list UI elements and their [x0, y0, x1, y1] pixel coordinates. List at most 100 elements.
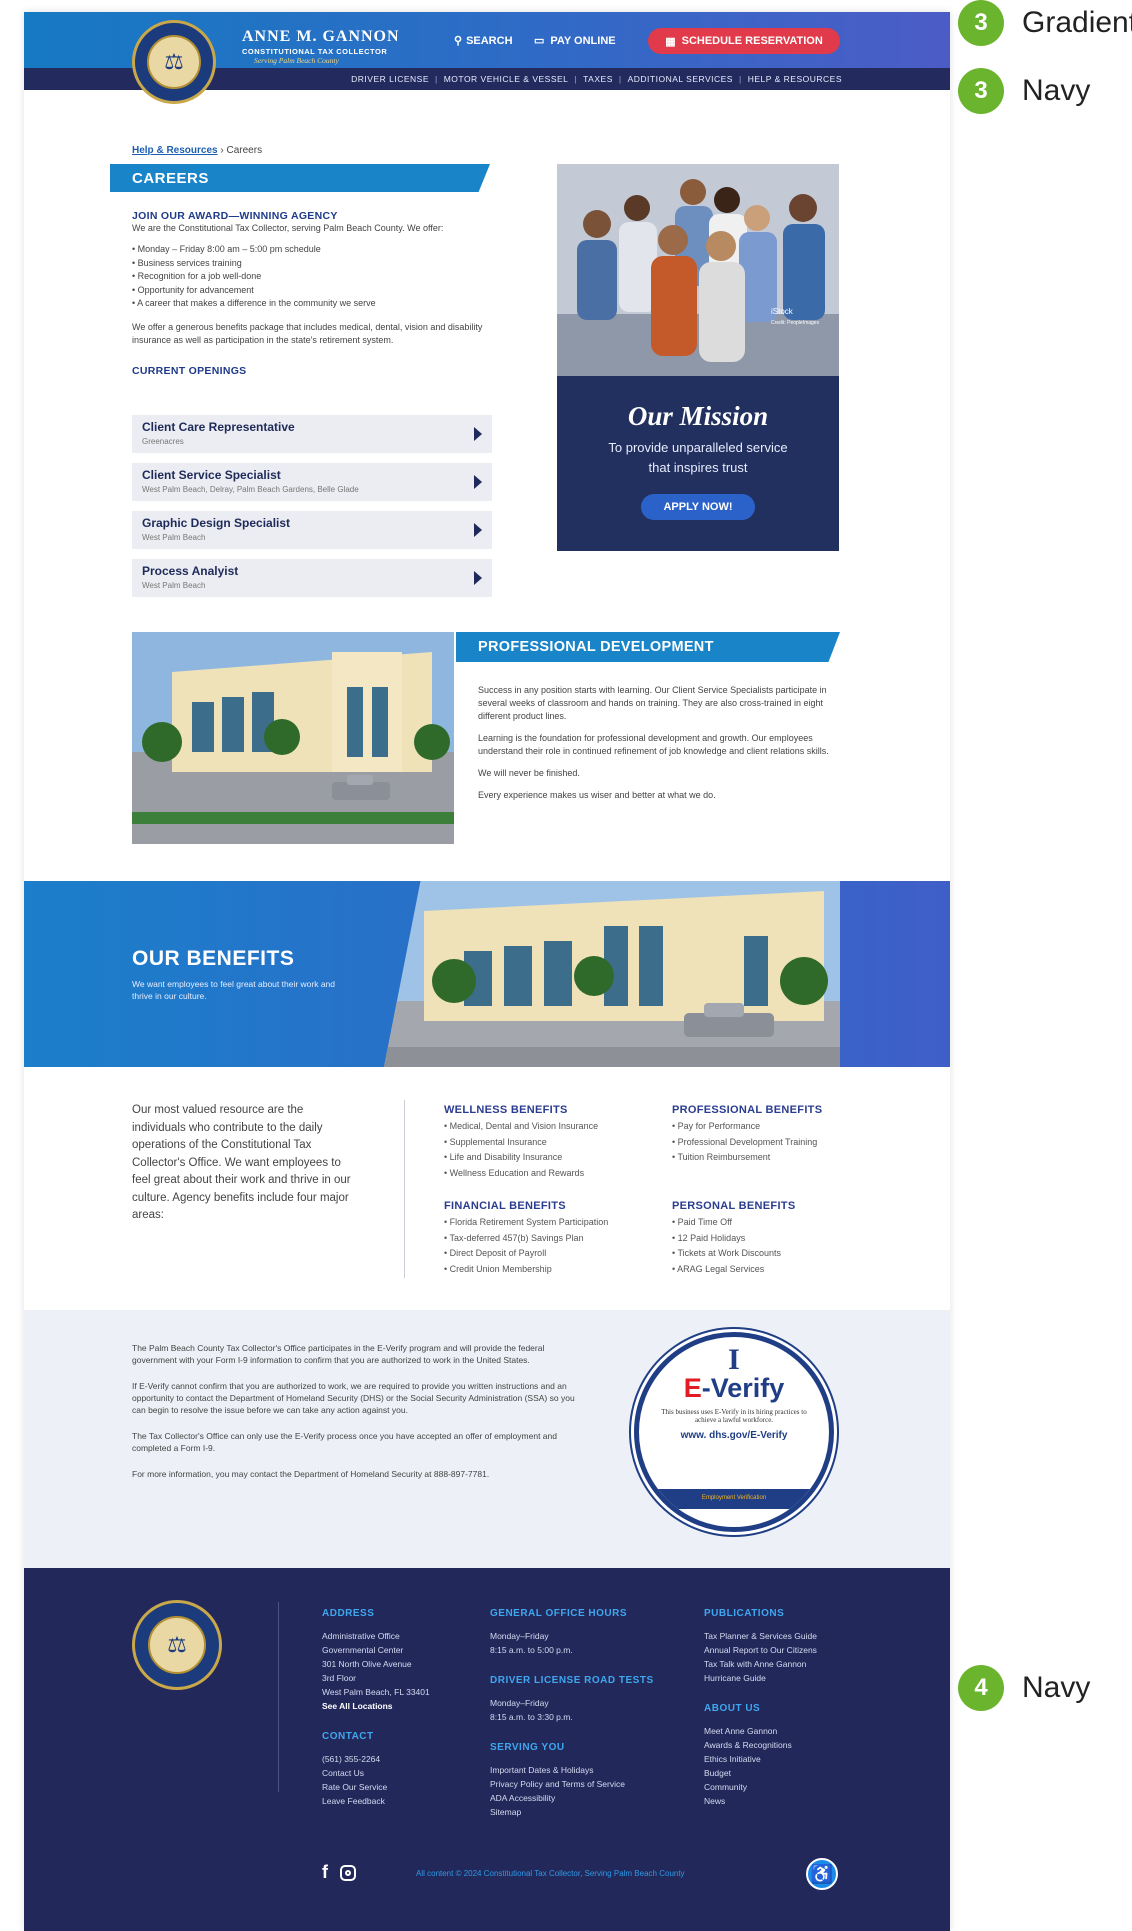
footer-text: 3rd Floor: [322, 1673, 357, 1683]
footer-link[interactable]: Important Dates & Holidays: [490, 1763, 654, 1777]
pay-online-button[interactable]: ▭ PAY ONLINE: [534, 34, 616, 48]
annotation-number: 3: [958, 0, 1004, 46]
nav-taxes[interactable]: TAXES: [583, 74, 613, 84]
offers-list: Monday – Friday 8:00 am – 5:00 pm schedu…: [132, 243, 504, 311]
footer-link[interactable]: Community: [704, 1780, 817, 1794]
page-title: CAREERS: [132, 170, 209, 187]
building-illustration: [132, 632, 454, 844]
benefit-group-heading: FINANCIAL BENEFITS: [444, 1200, 566, 1212]
list-item: • Medical, Dental and Vision Insurance: [444, 1121, 599, 1131]
photo-credit-brand: iStock: [771, 307, 794, 316]
play-arrow-icon: [474, 523, 482, 537]
breadcrumb: Help & Resources › Careers: [132, 145, 262, 156]
footer-link[interactable]: Tax Talk with Anne Gannon: [704, 1657, 817, 1671]
benefits-title: OUR BENEFITS: [132, 947, 295, 970]
mission-text: To provide unparalleled service that ins…: [608, 440, 788, 475]
instagram-icon[interactable]: [340, 1864, 356, 1881]
job-title: Client Service Specialist: [142, 468, 281, 482]
nav-driver-license[interactable]: DRIVER LICENSE: [351, 74, 429, 84]
footer-link[interactable]: Sitemap: [490, 1805, 654, 1819]
list-item: • Tax-deferred 457(b) Savings Plan: [444, 1232, 584, 1243]
nav-motor-vehicle[interactable]: MOTOR VEHICLE & VESSEL: [444, 74, 569, 84]
everify-text: The Palm Beach County Tax Collector's Of…: [132, 1342, 588, 1494]
annotation-label: Navy: [1022, 1671, 1091, 1704]
footer-hours-col: GENERAL OFFICE HOURS Monday–Friday 8:15 …: [490, 1608, 654, 1819]
list-item: • Credit Union Membership: [444, 1263, 552, 1274]
brand-block[interactable]: ANNE M. GANNON CONSTITUTIONAL TAX COLLEC…: [242, 28, 400, 65]
copyright: All content © 2024 Constitutional Tax Co…: [416, 1869, 685, 1878]
footer-publications-col: PUBLICATIONS Tax Planner & Services Guid…: [704, 1608, 817, 1808]
everify-wordmark: E-Verify: [683, 1373, 785, 1403]
job-opening[interactable]: Client Care Representative Greenacres: [132, 415, 492, 453]
nav-additional-services[interactable]: ADDITIONAL SERVICES: [628, 74, 733, 84]
footer-divider: [278, 1602, 279, 1792]
footer-link[interactable]: Meet Anne Gannon: [704, 1724, 817, 1738]
play-arrow-icon: [474, 571, 482, 585]
prof-dev-title-band: PROFESSIONAL DEVELOPMENT: [456, 632, 840, 662]
facebook-icon[interactable]: f: [322, 1862, 328, 1883]
footer-link[interactable]: Tax Planner & Services Guide: [704, 1629, 817, 1643]
footer-text: West Palm Beach, FL 33401: [322, 1687, 430, 1697]
footer-link[interactable]: Awards & Recognitions: [704, 1738, 817, 1752]
openings-heading: CURRENT OPENINGS: [132, 364, 247, 377]
benefit-group-personal: PERSONAL BENEFITS • Paid Time Off • 12 P…: [672, 1200, 795, 1277]
website: DRIVER LICENSE | MOTOR VEHICLE & VESSEL | …: [24, 12, 950, 1931]
list-item: Business services training: [132, 257, 504, 271]
footer-heading: CONTACT: [322, 1731, 374, 1742]
everify-paragraph: The Tax Collector's Office can only use …: [132, 1431, 557, 1453]
job-opening[interactable]: Process Analyist West Palm Beach: [132, 559, 492, 597]
breadcrumb-current: Careers: [226, 145, 263, 156]
prof-dev-paragraph: Every experience makes us wiser and bett…: [478, 790, 716, 800]
mission-card: Our Mission To provide unparalleled serv…: [557, 376, 839, 551]
tax-collector-seal-logo[interactable]: ⚖: [132, 20, 216, 104]
everify-logo-url: www. dhs.gov/E-Verify: [680, 1430, 788, 1441]
job-location: Greenacres: [142, 437, 184, 446]
everify-logo: I E-Verify This business uses E-Verify i…: [634, 1332, 834, 1532]
footer-link[interactable]: ADA Accessibility: [490, 1791, 654, 1805]
benefit-group-heading: PERSONAL BENEFITS: [672, 1200, 796, 1212]
search-label: SEARCH: [466, 34, 513, 47]
brand-title: CONSTITUTIONAL TAX COLLECTOR: [242, 47, 388, 56]
list-item: Recognition for a job well-done: [132, 270, 504, 284]
apply-now-button[interactable]: APPLY NOW!: [641, 494, 755, 520]
footer-heading: ABOUT US: [704, 1703, 761, 1714]
footer-link[interactable]: News: [704, 1794, 817, 1808]
leave-feedback-link[interactable]: Leave Feedback: [322, 1794, 430, 1808]
list-item: • Direct Deposit of Payroll: [444, 1248, 547, 1258]
accessibility-icon[interactable]: ♿: [806, 1858, 838, 1890]
play-arrow-icon: [474, 427, 482, 441]
annotation-gradient: 3 Gradient: [958, 0, 1132, 46]
breadcrumb-help-resources[interactable]: Help & Resources: [132, 145, 218, 156]
see-all-locations-link[interactable]: See All Locations: [322, 1699, 430, 1713]
benefits-building-photo: [384, 881, 840, 1067]
list-item: A career that makes a difference in the …: [132, 297, 504, 311]
people-group-illustration: iStock Credit: PeopleImages: [557, 164, 839, 376]
search-button[interactable]: ⚲ SEARCH: [454, 34, 513, 48]
job-opening[interactable]: Graphic Design Specialist West Palm Beac…: [132, 511, 492, 549]
phone-link[interactable]: (561) 355-2264: [322, 1752, 430, 1766]
schedule-reservation-button[interactable]: ▦ SCHEDULE RESERVATION: [648, 28, 840, 54]
footer-link[interactable]: Privacy Policy and Terms of Service: [490, 1777, 654, 1791]
footer-heading: DRIVER LICENSE ROAD TESTS: [490, 1675, 654, 1686]
benefits-subtitle: We want employees to feel great about th…: [132, 979, 336, 1001]
benefit-group-professional: PROFESSIONAL BENEFITS • Pay for Performa…: [672, 1104, 822, 1166]
nav-help-resources[interactable]: HELP & RESOURCES: [748, 74, 842, 84]
everify-paragraph: If E-Verify cannot confirm that you are …: [132, 1381, 575, 1415]
social-links: f: [322, 1862, 356, 1883]
footer-link[interactable]: Ethics Initiative: [704, 1752, 817, 1766]
everify-logo-bar: Employment Verification: [639, 1489, 829, 1509]
footer-link[interactable]: Hurricane Guide: [704, 1671, 817, 1685]
annotation-navy-header: 3 Navy: [958, 68, 1090, 114]
rate-service-link[interactable]: Rate Our Service: [322, 1780, 430, 1794]
prof-dev-text: Success in any position starts with lear…: [478, 684, 838, 811]
benefit-group-heading: PROFESSIONAL BENEFITS: [672, 1104, 823, 1116]
contact-us-link[interactable]: Contact Us: [322, 1766, 430, 1780]
footer-text: Monday–Friday: [490, 1631, 549, 1641]
play-arrow-icon: [474, 475, 482, 489]
job-opening[interactable]: Client Service Specialist West Palm Beac…: [132, 463, 492, 501]
footer-link[interactable]: Annual Report to Our Citizens: [704, 1643, 817, 1657]
office-building-photo: [132, 632, 454, 844]
footer-seal-logo[interactable]: ⚖: [132, 1600, 222, 1690]
footer-link[interactable]: Budget: [704, 1766, 817, 1780]
benefit-group-wellness: WELLNESS BENEFITS • Medical, Dental and …: [444, 1104, 598, 1181]
